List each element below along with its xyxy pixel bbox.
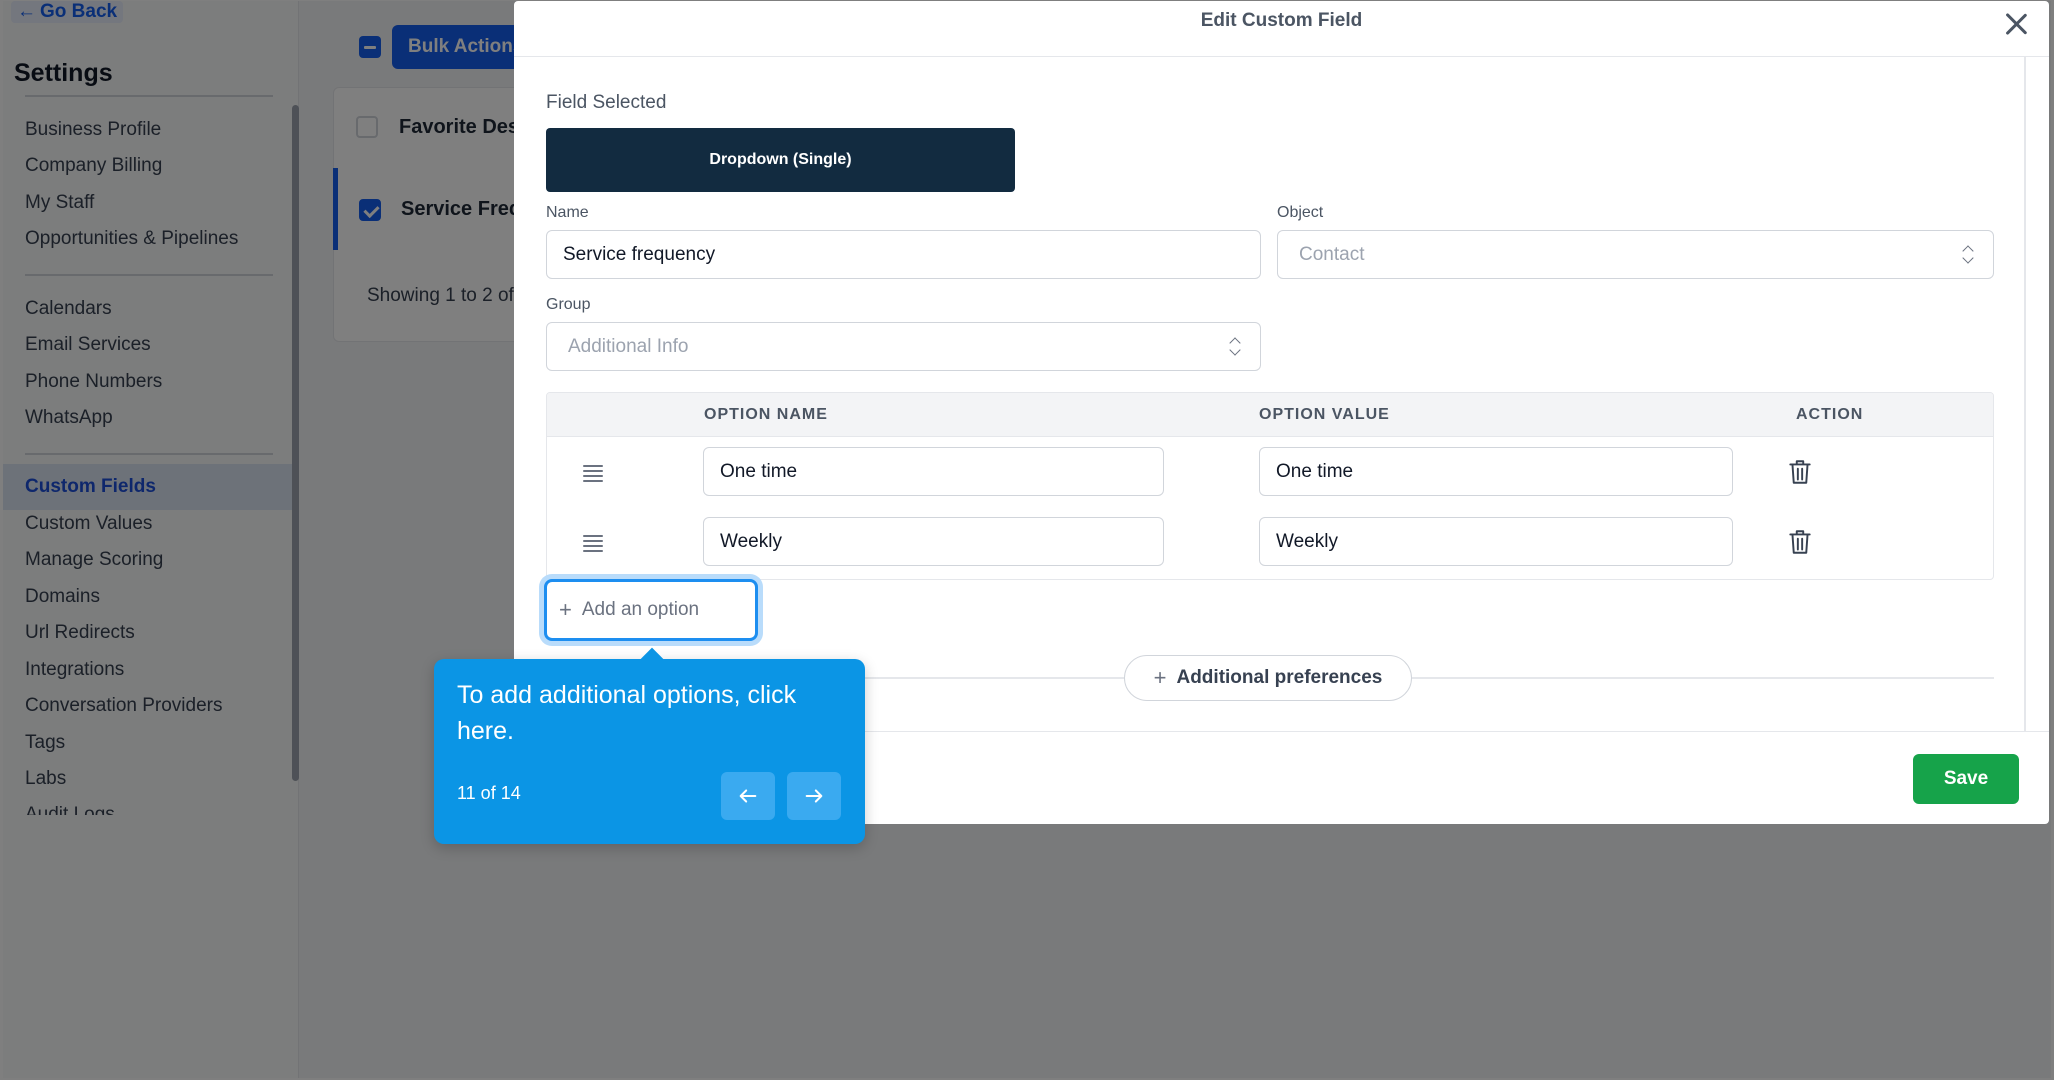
field-type-button[interactable]: Dropdown (Single) [546, 128, 1015, 192]
tour-tooltip: To add additional options, click here. 1… [434, 659, 865, 844]
trash-icon[interactable] [1787, 528, 1813, 556]
modal-header: Edit Custom Field [514, 1, 2049, 57]
save-button[interactable]: Save [1913, 754, 2019, 804]
option-name-input[interactable]: Weekly [703, 517, 1164, 566]
plus-icon: + [559, 597, 572, 622]
object-label: Object [1277, 204, 1324, 221]
drag-handle-icon[interactable] [583, 465, 603, 482]
column-header-action: ACTION [1796, 406, 1864, 423]
object-select-value: Contact [1299, 243, 1365, 265]
tooltip-step-counter: 11 of 14 [457, 783, 521, 803]
option-name-input[interactable]: One time [703, 447, 1164, 496]
plus-icon: + [1153, 665, 1167, 690]
object-select[interactable]: Contact [1277, 230, 1994, 279]
arrow-right-icon [805, 789, 823, 803]
field-selected-label: Field Selected [546, 92, 667, 113]
drag-handle-icon[interactable] [583, 535, 603, 552]
close-icon[interactable] [2002, 10, 2030, 38]
option-value-input[interactable]: One time [1259, 447, 1733, 496]
chevron-updown-icon [1230, 337, 1240, 357]
group-select-value: Additional Info [568, 335, 689, 357]
tooltip-text: To add additional options, click here. [457, 681, 797, 745]
tooltip-next-button[interactable] [787, 772, 841, 820]
tooltip-previous-button[interactable] [721, 772, 775, 820]
group-label: Group [546, 296, 591, 313]
add-option-label: Add an option [581, 599, 700, 620]
name-label: Name [546, 204, 589, 221]
column-header-option-name: OPTION NAME [704, 406, 828, 423]
trash-icon[interactable] [1787, 458, 1813, 486]
add-option-button[interactable]: + Add an option [544, 579, 758, 641]
name-field[interactable]: Service frequency [546, 230, 1261, 279]
group-select[interactable]: Additional Info [546, 322, 1261, 371]
options-table-header: OPTION NAME OPTION VALUE ACTION [547, 393, 1993, 437]
modal-title: Edit Custom Field [1200, 10, 1363, 31]
column-header-option-value: OPTION VALUE [1259, 406, 1390, 423]
modal-scrollbar[interactable] [2024, 57, 2026, 731]
additional-preferences-label: Additional preferences [1176, 667, 1383, 688]
option-value-input[interactable]: Weekly [1259, 517, 1733, 566]
chevron-updown-icon [1963, 245, 1973, 265]
arrow-left-icon [739, 789, 757, 803]
options-table: OPTION NAME OPTION VALUE ACTION One time… [546, 392, 1994, 580]
additional-preferences-button[interactable]: + Additional preferences [1124, 655, 1412, 701]
